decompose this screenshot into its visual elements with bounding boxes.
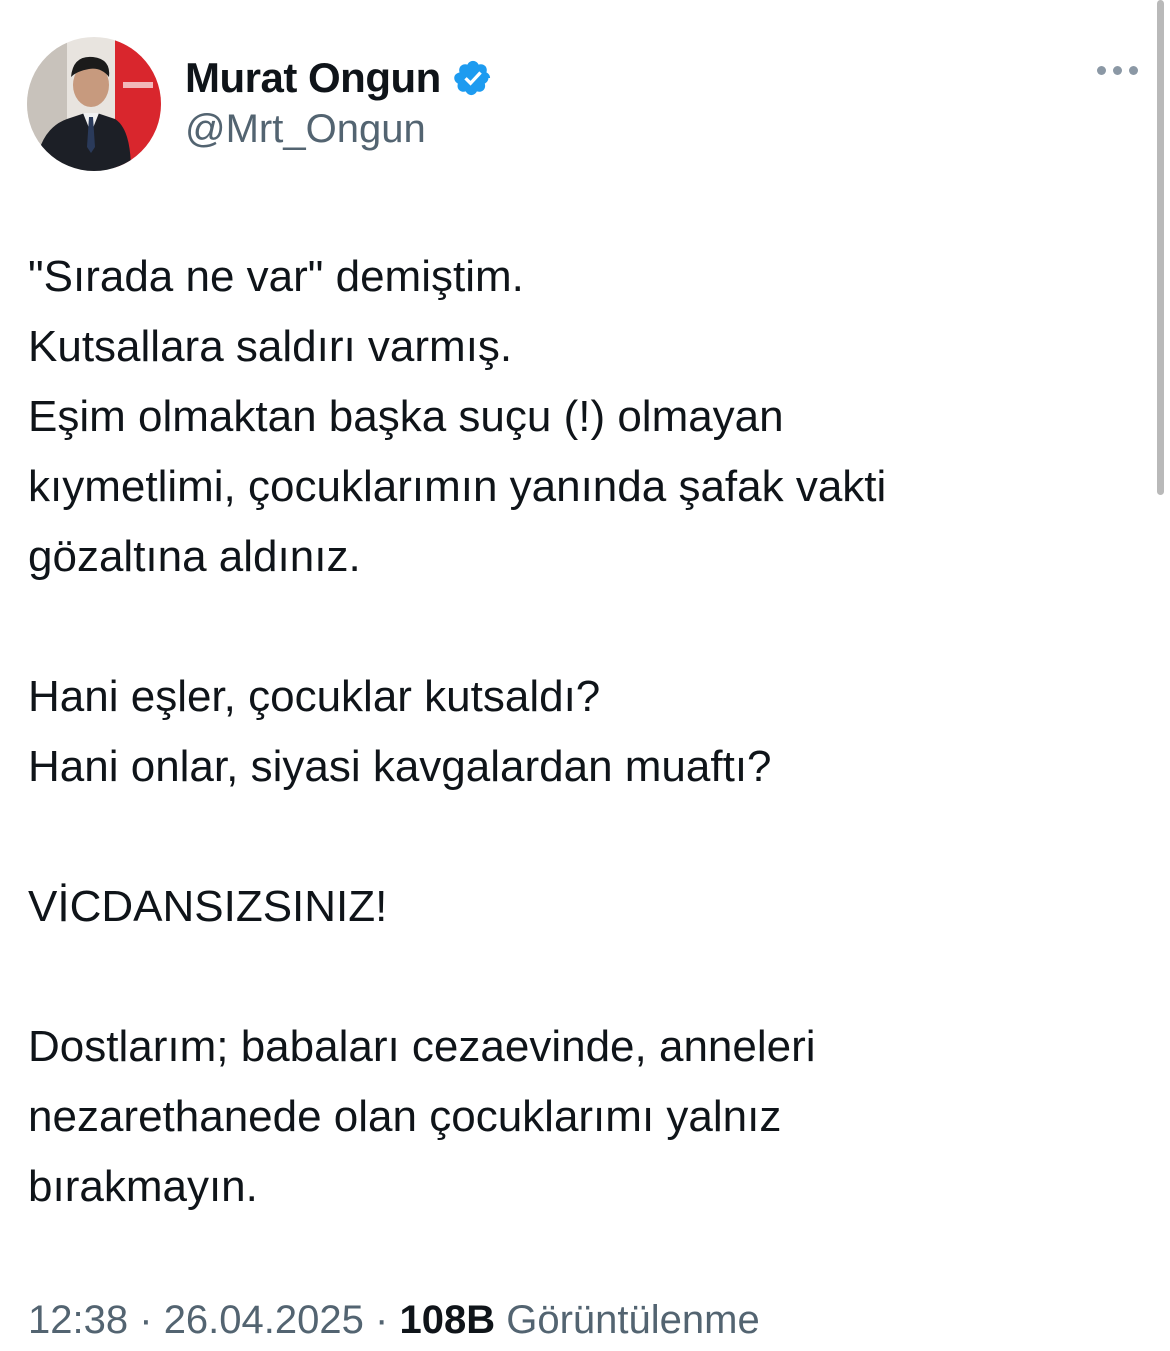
tweet-line: Hani eşler, çocuklar kutsaldı? [28, 672, 601, 721]
tweet-line: gözaltına aldınız. [28, 532, 361, 581]
user-handle[interactable]: @Mrt_Ongun [185, 107, 493, 152]
tweet-meta: 12:38 · 26.04.2025 · 108B Görüntülenme [28, 1298, 760, 1343]
verified-badge-icon [453, 58, 493, 98]
tweet-text: "Sırada ne var" demiştim. Kutsallara sal… [28, 242, 1128, 1222]
meta-separator: · [375, 1298, 389, 1342]
views-count[interactable]: 108B [399, 1298, 495, 1342]
tweet-line: kıymetlimi, çocuklarımın yanında şafak v… [28, 462, 887, 511]
display-name[interactable]: Murat Ongun [185, 54, 441, 102]
avatar[interactable] [27, 37, 161, 171]
tweet-line: "Sırada ne var" demiştim. [28, 252, 524, 301]
tweet-date[interactable]: 26.04.2025 [164, 1298, 364, 1342]
tweet-line: Hani onlar, siyasi kavgalardan muaftı? [28, 742, 772, 791]
scrollbar[interactable] [1157, 0, 1164, 495]
tweet-line: Dostlarım; babaları cezaevinde, anneleri [28, 1022, 816, 1071]
tweet-line: Kutsallara saldırı varmış. [28, 322, 513, 371]
tweet-line: Eşim olmaktan başka suçu (!) olmayan [28, 392, 784, 441]
meta-separator: · [139, 1298, 153, 1342]
views-label[interactable]: Görüntülenme [506, 1298, 759, 1342]
tweet-time[interactable]: 12:38 [28, 1298, 128, 1342]
tweet-line: nezarethanede olan çocuklarımı yalnız [28, 1092, 782, 1141]
tweet-line: VİCDANSIZSINIZ! [28, 882, 388, 931]
more-horizontal-icon[interactable] [1097, 66, 1138, 75]
tweet-header: Murat Ongun @Mrt_Ongun [27, 37, 493, 171]
tweet-detail: Murat Ongun @Mrt_Ongun "Sırada ne var" d… [0, 0, 1170, 1351]
tweet-line: bırakmayın. [28, 1162, 258, 1211]
